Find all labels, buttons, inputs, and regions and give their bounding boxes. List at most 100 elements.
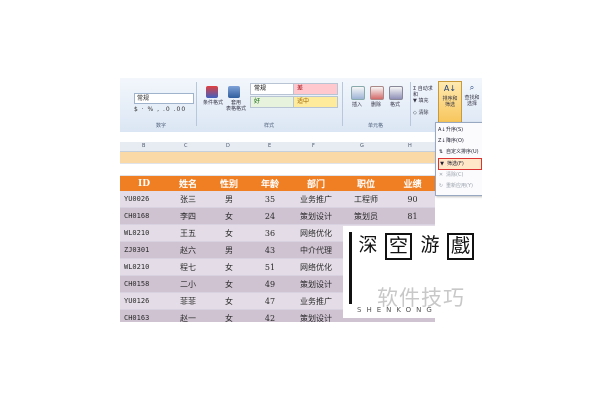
grid-row[interactable] xyxy=(120,152,435,164)
cell-position[interactable]: 工程师 xyxy=(342,191,390,208)
cell-id[interactable]: ZJ0301 xyxy=(120,241,168,259)
cell-position[interactable]: 策划员 xyxy=(342,207,390,225)
format-cells-icon[interactable] xyxy=(389,86,403,100)
cell-id[interactable]: WL0210 xyxy=(120,258,168,276)
clear-filter-icon: ✕ xyxy=(438,172,444,178)
delete-cells-icon[interactable] xyxy=(370,86,384,100)
cell-age[interactable]: 51 xyxy=(250,258,290,276)
grid-row[interactable] xyxy=(120,164,435,176)
cell-age[interactable]: 35 xyxy=(250,191,290,208)
style-good[interactable]: 好 xyxy=(250,96,295,108)
cell-name[interactable]: 二小 xyxy=(168,275,208,293)
header-name[interactable]: 姓名 xyxy=(168,176,208,191)
cell-id[interactable]: WL0210 xyxy=(120,224,168,242)
header-position[interactable]: 职位 xyxy=(342,176,390,191)
style-neutral[interactable]: 适中 xyxy=(293,96,338,108)
header-id[interactable]: ID xyxy=(120,176,168,191)
cell-gender[interactable]: 女 xyxy=(208,258,250,276)
header-age[interactable]: 年龄 xyxy=(250,176,290,191)
cell-id[interactable]: CH0163 xyxy=(120,309,168,322)
conditional-format-icon[interactable] xyxy=(206,86,218,98)
group-label-number: 数字 xyxy=(156,123,167,129)
autosum-button[interactable]: Σ 自动求和 xyxy=(413,86,437,98)
fill-button[interactable]: ▼ 填充 xyxy=(413,98,437,104)
style-bad[interactable]: 差 xyxy=(293,83,338,95)
table-format-icon[interactable] xyxy=(228,86,240,98)
cell-id[interactable]: YU0126 xyxy=(120,292,168,310)
menu-item-label: 重新应用(Y) xyxy=(446,183,473,189)
menu-item-sort-desc[interactable]: Z↓降序(O) xyxy=(438,136,480,146)
cell-dept[interactable]: 业务推广 xyxy=(290,292,342,310)
menu-item-reapply: ↻ 重新应用(Y) xyxy=(438,181,480,191)
cell-name[interactable]: 赵六 xyxy=(168,241,208,259)
cell-gender[interactable]: 女 xyxy=(208,309,250,322)
cell-age[interactable]: 43 xyxy=(250,241,290,259)
format-label[interactable]: 格式 xyxy=(384,102,406,108)
cell-dept[interactable]: 策划设计 xyxy=(290,275,342,293)
cell-dept[interactable]: 策划设计 xyxy=(290,207,342,225)
table-row: YU0026 张三 男 35 业务推广 工程师 90 xyxy=(120,191,435,208)
header-performance[interactable]: 业绩 xyxy=(390,176,435,191)
cell-age[interactable]: 42 xyxy=(250,309,290,322)
style-normal[interactable]: 常规 xyxy=(250,83,295,95)
table-row: CH0168 李四 女 24 策划设计 策划员 81 xyxy=(120,207,435,225)
insert-cells-icon[interactable] xyxy=(351,86,365,100)
menu-item-custom-sort[interactable]: ⇅ 自定义排序(U) xyxy=(438,147,480,157)
menu-item-filter[interactable]: ▼ 筛选(F) xyxy=(438,158,482,170)
column-letter[interactable]: F xyxy=(312,142,315,151)
menu-item-label: 自定义排序(U) xyxy=(446,149,479,155)
sort-filter-button[interactable]: A↓ 排序和 筛选 xyxy=(438,81,462,123)
column-letter[interactable]: E xyxy=(268,142,271,151)
cell-gender[interactable]: 女 xyxy=(208,275,250,293)
table-header-row: ID 姓名 性别 年龄 部门 职位 业绩 xyxy=(120,176,435,191)
sort-filter-label: 排序和 筛选 xyxy=(442,96,458,108)
cell-age[interactable]: 49 xyxy=(250,275,290,293)
cell-name[interactable]: 赵一 xyxy=(168,309,208,322)
cell-age[interactable]: 24 xyxy=(250,207,290,225)
cell-gender[interactable]: 女 xyxy=(208,292,250,310)
cell-dept[interactable]: 网络优化 xyxy=(290,258,342,276)
cell-performance[interactable]: 90 xyxy=(390,191,435,208)
clear-button[interactable]: ◇ 清除 xyxy=(413,110,437,116)
menu-item-sort-asc[interactable]: A↓升序(S) xyxy=(438,125,480,135)
menu-item-label: 降序(O) xyxy=(446,138,464,144)
cell-name[interactable]: 张三 xyxy=(168,191,208,208)
cell-name[interactable]: 王五 xyxy=(168,224,208,242)
cell-performance[interactable]: 81 xyxy=(390,207,435,225)
cell-dept[interactable]: 网络优化 xyxy=(290,224,342,242)
find-select-button[interactable]: ⌕ 查找和 选择 xyxy=(462,81,482,121)
cell-gender[interactable]: 女 xyxy=(208,224,250,242)
watermark-bar xyxy=(349,232,352,304)
cell-id[interactable]: CH0168 xyxy=(120,207,168,225)
cell-dept[interactable]: 业务推广 xyxy=(290,191,342,208)
cell-gender[interactable]: 女 xyxy=(208,207,250,225)
clear-label: 清除 xyxy=(418,110,429,116)
cell-name[interactable]: 程七 xyxy=(168,258,208,276)
cell-age[interactable]: 47 xyxy=(250,292,290,310)
column-letter[interactable]: D xyxy=(226,142,230,151)
cell-age[interactable]: 36 xyxy=(250,224,290,242)
ribbon-separator xyxy=(410,82,411,126)
cell-gender[interactable]: 男 xyxy=(208,241,250,259)
header-dept[interactable]: 部门 xyxy=(290,176,342,191)
cell-name[interactable]: 李四 xyxy=(168,207,208,225)
menu-item-clear: ✕ 清除(C) xyxy=(438,170,480,180)
column-letter[interactable]: B xyxy=(142,142,145,151)
cell-name[interactable]: 菲菲 xyxy=(168,292,208,310)
cell-gender[interactable]: 男 xyxy=(208,191,250,208)
number-format-select[interactable]: 常规 xyxy=(134,93,194,104)
sort-filter-menu: A↓升序(S) Z↓降序(O) ⇅ 自定义排序(U) ▼ 筛选(F) ✕ 清除(C) … xyxy=(435,122,482,196)
cell-id[interactable]: CH0158 xyxy=(120,275,168,293)
cell-dept[interactable]: 策划设计 xyxy=(290,309,342,322)
cell-dept[interactable]: 中介代理 xyxy=(290,241,342,259)
column-letter[interactable]: H xyxy=(408,142,412,151)
watermark-seal-char: 戲 xyxy=(447,233,474,260)
number-format-buttons[interactable]: $ · % , .0 .00 xyxy=(134,106,186,113)
column-letter[interactable]: C xyxy=(184,142,188,151)
cell-id[interactable]: YU0026 xyxy=(120,191,168,208)
header-gender[interactable]: 性别 xyxy=(208,176,250,191)
column-letter[interactable]: G xyxy=(360,142,364,151)
reapply-icon: ↻ xyxy=(438,183,444,189)
find-select-label: 查找和 选择 xyxy=(464,95,480,107)
table-format-label[interactable]: 套用 表格格式 xyxy=(218,100,254,112)
